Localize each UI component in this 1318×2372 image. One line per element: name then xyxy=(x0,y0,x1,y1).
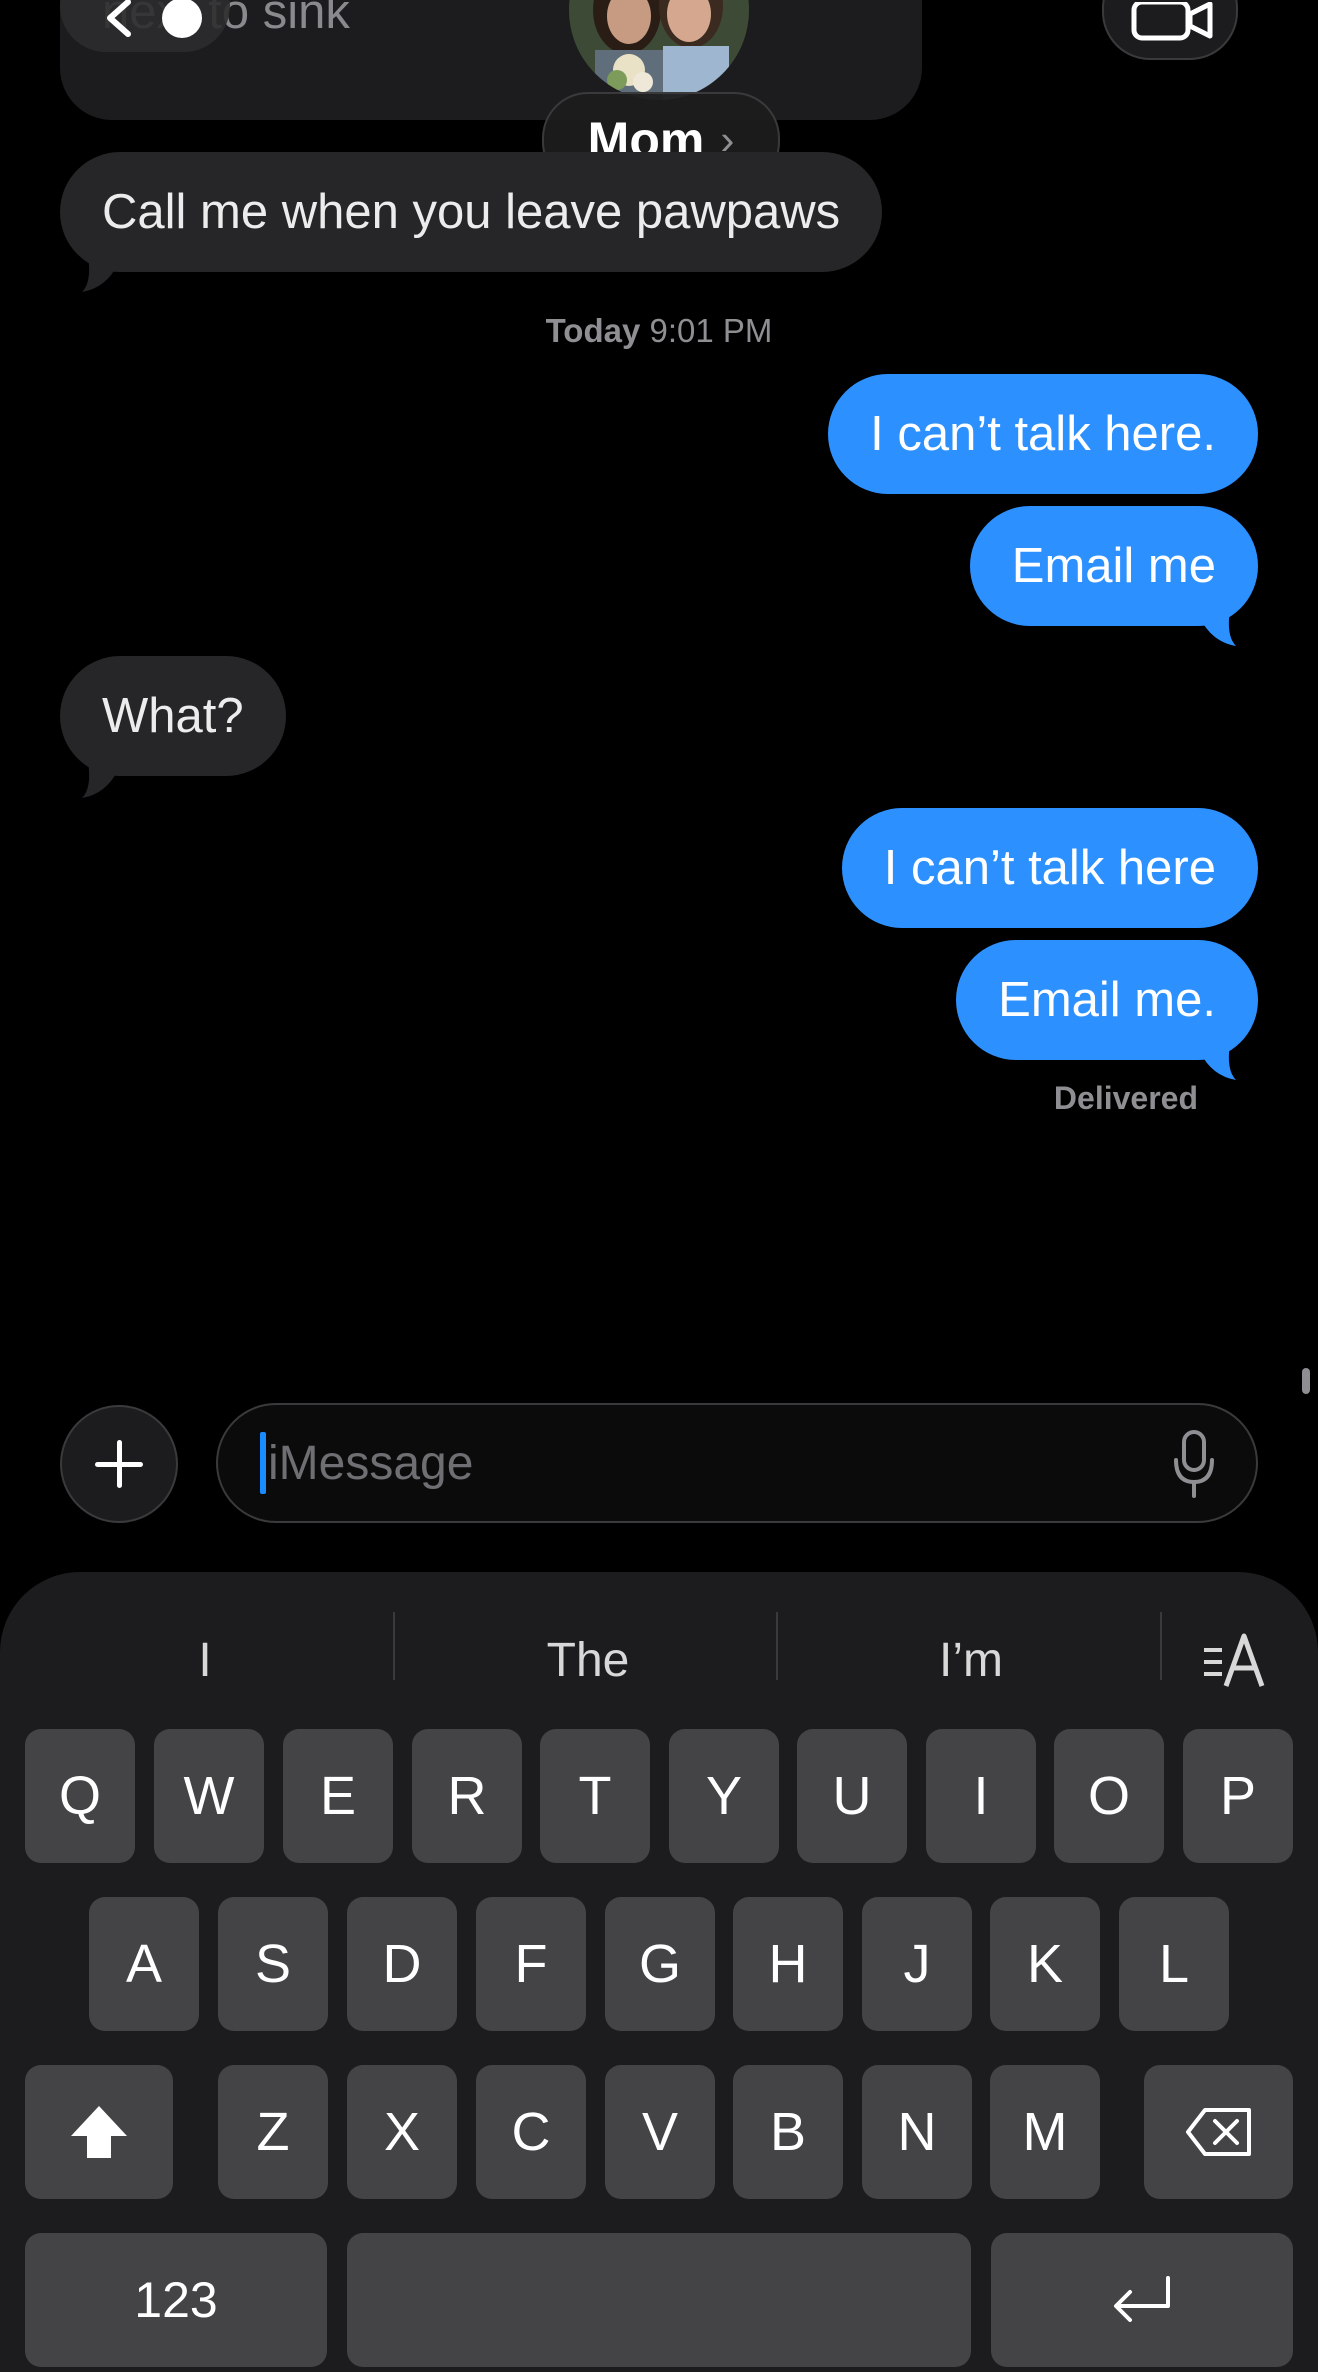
facetime-video-icon xyxy=(1131,2,1213,41)
key-j[interactable]: J xyxy=(862,1897,972,2031)
key-e[interactable]: E xyxy=(283,1729,393,1863)
key-c[interactable]: C xyxy=(476,2065,586,2199)
facetime-button[interactable] xyxy=(1102,0,1238,60)
info-icon xyxy=(162,0,202,38)
message-bubble-sent[interactable]: Email me. xyxy=(956,940,1258,1060)
key-b[interactable]: B xyxy=(733,2065,843,2199)
suggestion-divider xyxy=(1160,1612,1162,1680)
suggestion-item[interactable]: I’m xyxy=(780,1620,1162,1700)
key-o[interactable]: O xyxy=(1054,1729,1164,1863)
plus-button[interactable] xyxy=(60,1405,178,1523)
message-bubble-received[interactable]: What? xyxy=(60,656,286,776)
key-f[interactable]: F xyxy=(476,1897,586,2031)
key-g[interactable]: G xyxy=(605,1897,715,2031)
key-n[interactable]: N xyxy=(862,2065,972,2199)
back-button[interactable] xyxy=(60,0,230,52)
delete-icon xyxy=(1185,2108,1251,2156)
key-t[interactable]: T xyxy=(540,1729,650,1863)
suggestion-item[interactable]: The xyxy=(396,1620,780,1700)
text-caret xyxy=(260,1432,266,1494)
numbers-key[interactable]: 123 xyxy=(25,2233,327,2367)
bubble-tail xyxy=(1200,610,1236,646)
delete-key[interactable] xyxy=(1144,2065,1293,2199)
key-x[interactable]: X xyxy=(347,2065,457,2199)
bubble-tail xyxy=(82,256,118,292)
text-format-icon[interactable] xyxy=(1202,1630,1266,1690)
suggestion-divider xyxy=(776,1612,778,1680)
key-q[interactable]: Q xyxy=(25,1729,135,1863)
space-key[interactable] xyxy=(347,2233,971,2367)
delivery-status: Delivered xyxy=(1053,1080,1198,1116)
timestamp-time: 9:01 PM xyxy=(649,312,773,349)
message-bubble-sent[interactable]: I can’t talk here xyxy=(841,808,1258,928)
key-p[interactable]: P xyxy=(1183,1729,1293,1863)
shift-key[interactable] xyxy=(25,2065,173,2199)
key-h[interactable]: H xyxy=(733,1897,843,2031)
return-icon xyxy=(1114,2276,1170,2322)
key-m[interactable]: M xyxy=(990,2065,1100,2199)
shift-icon xyxy=(71,2106,127,2158)
key-d[interactable]: D xyxy=(347,1897,457,2031)
bubble-tail xyxy=(1200,1044,1236,1080)
suggestion-divider xyxy=(393,1612,395,1680)
microphone-icon[interactable] xyxy=(1172,1430,1216,1500)
back-chevron-icon xyxy=(107,0,131,37)
key-l[interactable]: L xyxy=(1119,1897,1229,2031)
key-u[interactable]: U xyxy=(797,1729,907,1863)
key-z[interactable]: Z xyxy=(218,2065,328,2199)
key-v[interactable]: V xyxy=(605,2065,715,2199)
timestamp-day: Today xyxy=(545,312,641,349)
key-s[interactable]: S xyxy=(218,1897,328,2031)
return-key[interactable] xyxy=(991,2233,1293,2367)
suggestion-item[interactable]: I xyxy=(10,1620,400,1700)
key-y[interactable]: Y xyxy=(669,1729,779,1863)
message-placeholder: iMessage xyxy=(268,1437,474,1490)
message-bubble-sent[interactable]: I can’t talk here. xyxy=(828,374,1258,494)
timestamp: Today 9:01 PM xyxy=(0,312,1318,350)
message-bubble-sent[interactable]: Email me xyxy=(969,506,1258,626)
bubble-tail xyxy=(82,762,118,798)
key-r[interactable]: R xyxy=(412,1729,522,1863)
message-bubble-received[interactable]: Call me when you leave pawpaws xyxy=(60,152,883,272)
key-i[interactable]: I xyxy=(926,1729,1036,1863)
key-k[interactable]: K xyxy=(990,1897,1100,2031)
scroll-indicator[interactable] xyxy=(1302,1368,1310,1394)
key-w[interactable]: W xyxy=(154,1729,264,1863)
key-a[interactable]: A xyxy=(89,1897,199,2031)
